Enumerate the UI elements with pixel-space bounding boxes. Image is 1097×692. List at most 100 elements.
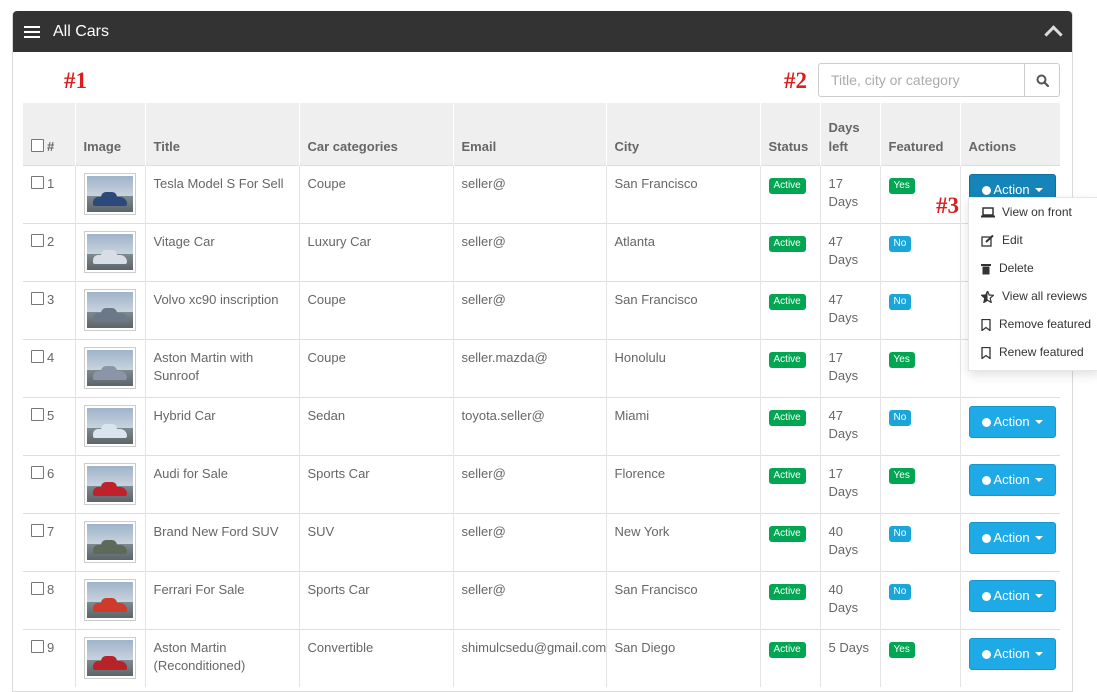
city-cell: New York xyxy=(606,513,761,572)
header-city[interactable]: City xyxy=(606,103,761,166)
image-cell xyxy=(75,339,146,398)
status-cell: Active xyxy=(760,629,821,687)
image-cell xyxy=(75,455,146,514)
featured-badge: Yes xyxy=(888,468,915,484)
category-cell: Sedan xyxy=(299,397,454,456)
title-cell: Brand New Ford SUV xyxy=(145,513,300,572)
featured-badge: Yes xyxy=(888,178,915,194)
days-left-cell: 17 Days xyxy=(820,339,881,398)
car-image xyxy=(86,292,133,328)
featured-badge: No xyxy=(888,584,912,600)
email-text: seller.mazda@ xyxy=(461,350,548,365)
action-button[interactable]: Action xyxy=(968,464,1056,496)
car-thumbnail[interactable] xyxy=(83,231,136,273)
car-thumbnail[interactable] xyxy=(83,579,136,621)
email-text: seller@ xyxy=(461,524,506,539)
menu-view-all-reviews[interactable]: View all reviews xyxy=(969,282,1097,310)
row-checkbox[interactable] xyxy=(31,408,44,421)
actions-cell: Action xyxy=(960,455,1060,514)
trash-icon xyxy=(981,263,992,274)
row-number: 4 xyxy=(47,350,55,365)
car-image xyxy=(86,582,133,618)
header-featured[interactable]: Featured xyxy=(880,103,961,166)
collapse-chevron-icon[interactable] xyxy=(1044,25,1063,44)
email-text: seller@ xyxy=(461,292,506,307)
car-image xyxy=(86,640,133,676)
row-checkbox[interactable] xyxy=(31,234,44,247)
title-cell: Tesla Model S For Sell xyxy=(145,165,300,224)
action-button[interactable]: Action xyxy=(968,580,1056,612)
menu-edit[interactable]: Edit xyxy=(969,226,1097,254)
row-checkbox[interactable] xyxy=(31,176,44,189)
city-cell: San Francisco xyxy=(606,165,761,224)
featured-cell: No xyxy=(880,223,961,282)
category-cell: Luxury Car xyxy=(299,223,454,282)
category-cell: SUV xyxy=(299,513,454,572)
bookmark-icon xyxy=(981,318,992,332)
row-checkbox[interactable] xyxy=(31,640,44,653)
featured-cell: No xyxy=(880,397,961,456)
header-email[interactable]: Email xyxy=(453,103,607,166)
bookmark-icon xyxy=(981,346,992,360)
email-cell: seller@ xyxy=(453,165,607,224)
featured-cell: Yes xyxy=(880,629,961,687)
car-thumbnail[interactable] xyxy=(83,637,136,679)
email-cell: seller@ xyxy=(453,281,607,340)
select-cell: 3 xyxy=(23,281,76,340)
header-days-left[interactable]: Days left xyxy=(820,103,881,166)
status-badge: Active xyxy=(768,642,806,658)
select-cell: 5 xyxy=(23,397,76,456)
city-cell: San Diego xyxy=(606,629,761,687)
action-button[interactable]: Action xyxy=(968,638,1056,670)
row-checkbox[interactable] xyxy=(31,582,44,595)
menu-remove-featured[interactable]: Remove featured xyxy=(969,310,1097,338)
gear-icon xyxy=(981,649,991,659)
status-badge: Active xyxy=(768,526,806,542)
menu-view-on-front[interactable]: View on front xyxy=(969,198,1097,226)
action-button[interactable]: Action xyxy=(968,406,1056,438)
email-text: shimulcsedu@gmail.com xyxy=(461,640,607,655)
email-text: seller@ xyxy=(461,176,506,191)
select-all-checkbox[interactable] xyxy=(31,139,44,152)
table-row: 5 Hybrid Car Sedan toyota.seller@ Miami Activ… xyxy=(23,397,1060,456)
menu-delete[interactable]: Delete xyxy=(969,254,1097,282)
city-cell: San Francisco xyxy=(606,281,761,340)
gear-icon xyxy=(981,185,991,195)
panel-title: All Cars xyxy=(53,22,110,40)
status-badge: Active xyxy=(768,352,806,368)
row-checkbox[interactable] xyxy=(31,350,44,363)
caret-down-icon xyxy=(1034,478,1043,482)
menu-icon[interactable] xyxy=(24,23,40,41)
row-checkbox[interactable] xyxy=(31,292,44,305)
header-categories[interactable]: Car categories xyxy=(299,103,454,166)
header-title[interactable]: Title xyxy=(145,103,300,166)
menu-renew-featured[interactable]: Renew featured xyxy=(969,338,1097,366)
car-thumbnail[interactable] xyxy=(83,521,136,563)
city-cell: San Francisco xyxy=(606,571,761,630)
header-status[interactable]: Status xyxy=(760,103,821,166)
city-cell: Atlanta xyxy=(606,223,761,282)
car-thumbnail[interactable] xyxy=(83,347,136,389)
email-cell: toyota.seller@ xyxy=(453,397,607,456)
select-cell: 4 xyxy=(23,339,76,398)
car-thumbnail[interactable] xyxy=(83,289,136,331)
car-image xyxy=(86,234,133,270)
row-number: 9 xyxy=(47,640,55,655)
category-cell: Sports Car xyxy=(299,455,454,514)
row-checkbox[interactable] xyxy=(31,524,44,537)
category-cell: Coupe xyxy=(299,281,454,340)
action-button[interactable]: Action xyxy=(968,522,1056,554)
table-row: 8 Ferrari For Sale Sports Car seller@ San Fr… xyxy=(23,571,1060,630)
status-badge: Active xyxy=(768,236,806,252)
search-button[interactable] xyxy=(1024,64,1059,96)
status-cell: Active xyxy=(760,397,821,456)
gear-icon xyxy=(981,591,991,601)
car-thumbnail[interactable] xyxy=(83,463,136,505)
header-actions: Actions xyxy=(968,139,1017,154)
row-checkbox[interactable] xyxy=(31,466,44,479)
select-cell: 8 xyxy=(23,571,76,630)
car-thumbnail[interactable] xyxy=(83,405,136,447)
search-input[interactable] xyxy=(819,64,1024,96)
category-cell: Coupe xyxy=(299,339,454,398)
car-thumbnail[interactable] xyxy=(83,173,136,215)
